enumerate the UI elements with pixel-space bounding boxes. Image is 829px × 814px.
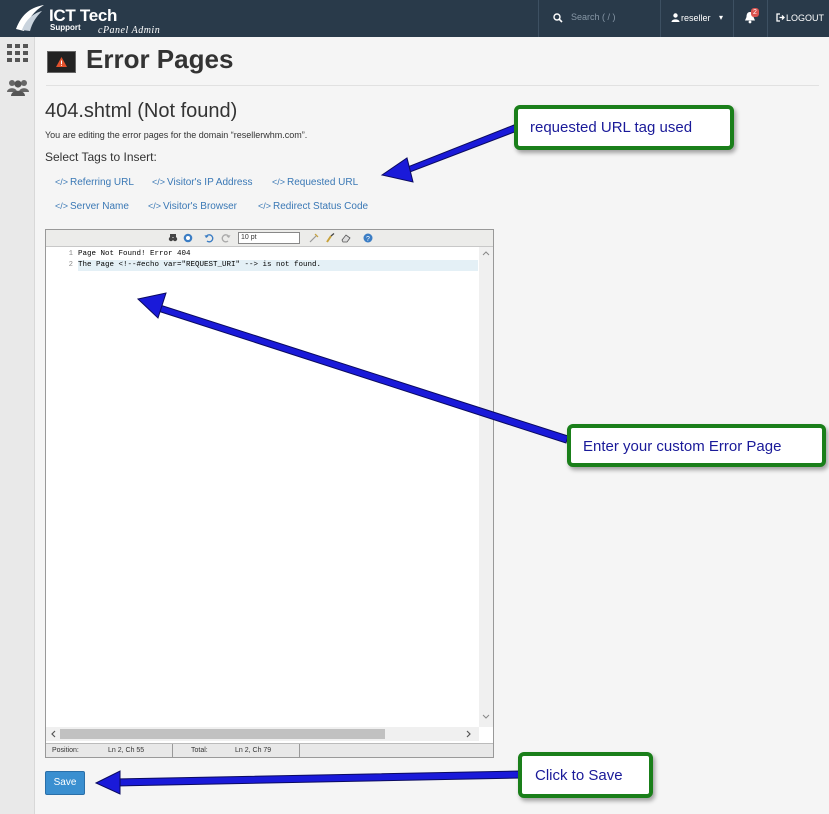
line-number: 2	[68, 261, 73, 269]
username-label: reseller	[681, 13, 711, 23]
svg-text:?: ?	[366, 236, 370, 243]
callout-text: Enter your custom Error Page	[583, 438, 782, 455]
font-size-select[interactable]: 10 pt	[238, 232, 300, 244]
vertical-scrollbar[interactable]	[479, 247, 493, 727]
sidebar	[0, 37, 35, 814]
help-icon[interactable]: ?	[363, 233, 373, 243]
arrow-to-requested-url	[380, 124, 518, 183]
undo-icon[interactable]	[204, 233, 214, 243]
tag-label: Server Name	[70, 201, 129, 212]
tag-label: Redirect Status Code	[273, 201, 369, 212]
go-to-line-icon[interactable]	[183, 233, 193, 243]
page-header: Error Pages	[46, 43, 819, 86]
redo-icon[interactable]	[221, 233, 231, 243]
logout-label: LOGOUT	[786, 13, 825, 23]
chevron-down-icon: ▾	[719, 13, 724, 22]
brand-logo[interactable]: ICT Tech Support cPanel Admin	[12, 3, 192, 36]
scroll-right-icon[interactable]	[466, 730, 472, 738]
code-icon: </>	[258, 201, 272, 211]
line-gutter: 1 2	[46, 247, 76, 727]
error-pages-logo	[47, 51, 76, 73]
code-icon: </>	[272, 177, 286, 187]
user-menu[interactable]: reseller ▾	[660, 0, 733, 37]
notification-badge: 2	[751, 8, 759, 17]
tag-label: Referring URL	[70, 177, 134, 188]
callout-requested-url: requested URL tag used	[514, 105, 734, 150]
brand-tagline: cPanel Admin	[98, 25, 161, 36]
warning-icon	[56, 57, 67, 67]
brand-swoosh-icon	[16, 5, 44, 31]
eraser-icon[interactable]	[341, 233, 351, 243]
select-tags-label: Select Tags to Insert:	[45, 150, 157, 164]
user-icon	[671, 13, 680, 22]
search-icon	[553, 13, 563, 23]
logout-icon	[776, 13, 785, 22]
find-icon[interactable]	[168, 233, 178, 243]
tag-visitor-ip[interactable]: </> Visitor's IP Address	[152, 177, 252, 188]
editor-toolbar: 10 pt ?	[46, 230, 493, 247]
code-icon: </>	[55, 177, 69, 187]
arrow-to-save	[94, 770, 521, 795]
callout-text: Click to Save	[535, 767, 623, 784]
scroll-left-icon[interactable]	[50, 730, 56, 738]
code-textarea[interactable]: 1 2 Page Not Found! Error 404 The Page <…	[46, 247, 479, 727]
callout-click-save: Click to Save	[518, 752, 653, 798]
code-icon: </>	[55, 201, 69, 211]
tag-referring-url[interactable]: </> Referring URL	[55, 177, 134, 188]
notifications-button[interactable]: 2	[733, 0, 767, 37]
tag-visitor-browser[interactable]: </> Visitor's Browser	[148, 201, 237, 212]
logout-button[interactable]: LOGOUT	[767, 0, 829, 37]
tag-server-name[interactable]: </> Server Name	[55, 201, 129, 212]
brush-icon[interactable]	[325, 233, 335, 243]
horizontal-scrollbar[interactable]	[46, 727, 479, 741]
line-number: 1	[68, 250, 73, 258]
code-line: Page Not Found! Error 404	[78, 250, 191, 258]
total-label: Total:	[191, 747, 208, 754]
editor-statusbar: Position: Ln 2, Ch 55 Total: Ln 2, Ch 79	[46, 743, 493, 758]
highlight-icon[interactable]	[309, 233, 319, 243]
total-value: Ln 2, Ch 79	[235, 747, 272, 754]
code-line-active: The Page <!--#echo var="REQUEST_URI" -->…	[78, 260, 478, 271]
apps-grid-icon[interactable]	[7, 44, 28, 62]
error-page-subtitle: 404.shtml (Not found)	[45, 100, 238, 122]
tag-redirect-status-code[interactable]: </> Redirect Status Code	[258, 201, 368, 212]
top-navbar: ICT Tech Support cPanel Admin Search ( /…	[0, 0, 829, 37]
code-icon: </>	[148, 201, 162, 211]
tag-label: Visitor's Browser	[163, 201, 237, 212]
search-placeholder: Search ( / )	[571, 12, 616, 22]
tag-label: Requested URL	[287, 177, 359, 188]
scroll-up-icon[interactable]	[482, 250, 490, 256]
status-divider	[172, 744, 173, 758]
status-divider	[299, 744, 300, 758]
code-icon: </>	[152, 177, 166, 187]
brand-subtitle: Support	[50, 23, 81, 32]
callout-text: requested URL tag used	[530, 119, 693, 136]
search-input[interactable]: Search ( / )	[538, 0, 660, 37]
save-button[interactable]: Save	[45, 771, 85, 795]
callout-custom-page: Enter your custom Error Page	[567, 424, 826, 467]
domain-description: You are editing the error pages for the …	[45, 130, 308, 140]
tag-requested-url[interactable]: </> Requested URL	[272, 177, 358, 188]
code-editor[interactable]: 10 pt ? 1 2 Page Not Found! Error 404 Th…	[45, 229, 494, 758]
position-value: Ln 2, Ch 55	[108, 747, 145, 754]
tag-label: Visitor's IP Address	[167, 177, 253, 188]
users-icon[interactable]	[7, 78, 29, 96]
position-label: Position:	[52, 747, 79, 754]
page-title: Error Pages	[86, 44, 234, 74]
scrollbar-thumb[interactable]	[60, 729, 385, 739]
scroll-down-icon[interactable]	[482, 714, 490, 720]
